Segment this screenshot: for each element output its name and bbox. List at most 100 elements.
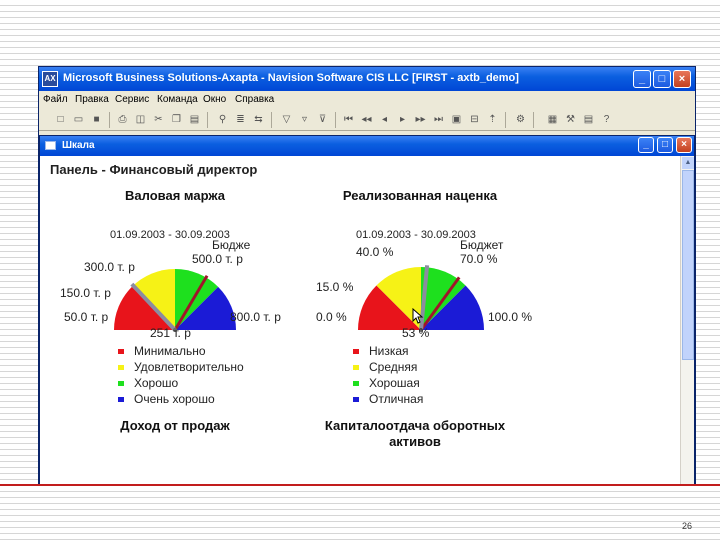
red-swatch xyxy=(118,348,124,354)
doc-minimize-button[interactable]: _ xyxy=(638,137,654,153)
new-icon[interactable]: □ xyxy=(53,112,68,127)
toolbar: □ ▭ ■ ⎙ ◫ ✂ ❐ ▤ ⚲ ≣ ⇆ ▽ ▿ ⊽ ⏮ ◂◂ ◂ ▸ ▸▸ … xyxy=(39,109,695,131)
dashboard-content: Панель - Финансовый директор Валовая мар… xyxy=(40,156,680,485)
gauge-2-min-label: 0.0 % xyxy=(316,310,347,324)
settings-icon[interactable]: ⚙ xyxy=(513,112,528,127)
sales-revenue-title: Доход от продаж xyxy=(120,418,230,433)
gauge-1-actual-label: 251 т. р xyxy=(150,326,191,340)
doc-title-bar[interactable]: Шкала _ □ × xyxy=(40,136,694,156)
slide-page-number: 26 xyxy=(682,521,693,531)
next-record-icon[interactable]: ▸ xyxy=(395,112,410,127)
legend-item: Хорошо xyxy=(118,375,244,391)
tools-icon[interactable]: ⚒ xyxy=(563,112,578,127)
blue-swatch xyxy=(353,396,359,402)
maximize-button[interactable]: □ xyxy=(653,70,671,88)
panel-title: Панель - Финансовый директор xyxy=(50,162,258,177)
gauge-1-level2-label: 300.0 т. р xyxy=(84,260,135,274)
toolbar-separator xyxy=(271,112,272,128)
axapta-window: AX Microsoft Business Solutions-Axapta -… xyxy=(38,66,696,486)
advanced-filter-icon[interactable]: ⊽ xyxy=(315,112,330,127)
gauge-1-budget-value: 500.0 т. р xyxy=(192,252,243,266)
gauge-2-title: Реализованная наценка xyxy=(342,188,498,203)
gauge-1-level1-label: 150.0 т. р xyxy=(60,286,111,300)
delete-record-icon[interactable]: ⊟ xyxy=(467,112,482,127)
gauge-2-legend: Низкая Средняя Хорошая Отличная xyxy=(353,343,423,407)
legend-item: Низкая xyxy=(353,343,423,359)
doc-close-button[interactable]: × xyxy=(676,137,692,153)
next-page-icon[interactable]: ▸▸ xyxy=(413,112,428,127)
prev-record-icon[interactable]: ◂ xyxy=(377,112,392,127)
menu-file[interactable]: Файл xyxy=(43,94,68,105)
toolbar-separator xyxy=(207,112,208,128)
doc-window-title: Шкала xyxy=(62,140,95,151)
mouse-cursor-icon xyxy=(412,308,424,324)
toolbar-separator xyxy=(533,112,534,128)
green-swatch xyxy=(353,380,359,386)
scroll-up-icon[interactable]: ▲ xyxy=(682,157,694,169)
legend-label: Удовлетворительно xyxy=(134,360,244,374)
legend-item: Удовлетворительно xyxy=(118,359,244,375)
print-icon[interactable]: ⎙ xyxy=(115,112,130,127)
menu-help[interactable]: Справка xyxy=(235,94,274,105)
legend-label: Отличная xyxy=(369,392,424,406)
minimize-button[interactable]: _ xyxy=(633,70,651,88)
green-swatch xyxy=(118,380,124,386)
save-icon[interactable]: ■ xyxy=(89,112,104,127)
gauge-1-min-label: 50.0 т. р xyxy=(64,310,109,324)
properties-icon[interactable]: ▦ xyxy=(545,112,560,127)
document-icon xyxy=(45,141,56,150)
gauge-2-level1-label: 15.0 % xyxy=(316,280,354,294)
scroll-thumb[interactable] xyxy=(682,170,694,360)
menu-window[interactable]: Окно xyxy=(203,94,226,105)
print-preview-icon[interactable]: ◫ xyxy=(133,112,148,127)
gauge-2-date: 01.09.2003 - 30.09.2003 xyxy=(356,229,476,241)
menu-command[interactable]: Команда xyxy=(157,94,198,105)
toolbar-separator xyxy=(109,112,110,128)
legend-label: Низкая xyxy=(369,344,409,358)
gauge-2-budget-value: 70.0 % xyxy=(460,252,498,266)
red-swatch xyxy=(353,348,359,354)
yellow-swatch xyxy=(353,364,359,370)
slide-divider-line xyxy=(0,484,720,486)
sort-icon[interactable]: ≣ xyxy=(233,112,248,127)
gauge-1-title: Валовая маржа xyxy=(125,188,225,203)
first-record-icon[interactable]: ⏮ xyxy=(341,112,356,127)
legend-label: Минимально xyxy=(134,344,206,358)
close-button[interactable]: × xyxy=(673,70,691,88)
title-bar[interactable]: AX Microsoft Business Solutions-Axapta -… xyxy=(39,67,695,91)
axapta-app-icon: AX xyxy=(42,71,58,87)
gauge-2-budget-label: Бюджет xyxy=(460,238,504,252)
blue-swatch xyxy=(118,396,124,402)
legend-item: Минимально xyxy=(118,343,244,359)
legend-label: Хорошая xyxy=(369,376,420,390)
copy-icon[interactable]: ❐ xyxy=(169,112,184,127)
yellow-swatch xyxy=(118,364,124,370)
gauge-2-level2-label: 40.0 % xyxy=(356,245,394,259)
find-next-icon[interactable]: ⇆ xyxy=(251,112,266,127)
find-icon[interactable]: ⚲ xyxy=(215,112,230,127)
toolbar-separator xyxy=(505,112,506,128)
upload-icon[interactable]: ⇡ xyxy=(485,112,500,127)
cut-icon[interactable]: ✂ xyxy=(151,112,166,127)
filter-off-icon[interactable]: ▿ xyxy=(297,112,312,127)
gauge-2-actual-label: 53 % xyxy=(402,326,430,340)
filter-icon[interactable]: ▽ xyxy=(279,112,294,127)
new-record-icon[interactable]: ▣ xyxy=(449,112,464,127)
last-record-icon[interactable]: ⏭ xyxy=(431,112,446,127)
paste-icon[interactable]: ▤ xyxy=(187,112,202,127)
vertical-scrollbar[interactable]: ▲ xyxy=(680,156,694,485)
info-icon[interactable]: ▤ xyxy=(581,112,596,127)
gauge-1-max-label: 800.0 т. р xyxy=(230,310,281,324)
legend-label: Средняя xyxy=(369,360,418,374)
legend-label: Хорошо xyxy=(134,376,179,390)
prev-page-icon[interactable]: ◂◂ xyxy=(359,112,374,127)
doc-maximize-button[interactable]: □ xyxy=(657,137,673,153)
legend-item: Средняя xyxy=(353,359,423,375)
window-title: Microsoft Business Solutions-Axapta - Na… xyxy=(63,72,519,84)
menu-edit[interactable]: Правка xyxy=(75,94,109,105)
menu-service[interactable]: Сервис xyxy=(115,94,149,105)
asset-turnover-title: Капиталоотдача оборотных активов xyxy=(324,418,506,449)
open-icon[interactable]: ▭ xyxy=(71,112,86,127)
help-icon[interactable]: ? xyxy=(599,112,614,127)
gauge-2-max-label: 100.0 % xyxy=(488,310,533,324)
